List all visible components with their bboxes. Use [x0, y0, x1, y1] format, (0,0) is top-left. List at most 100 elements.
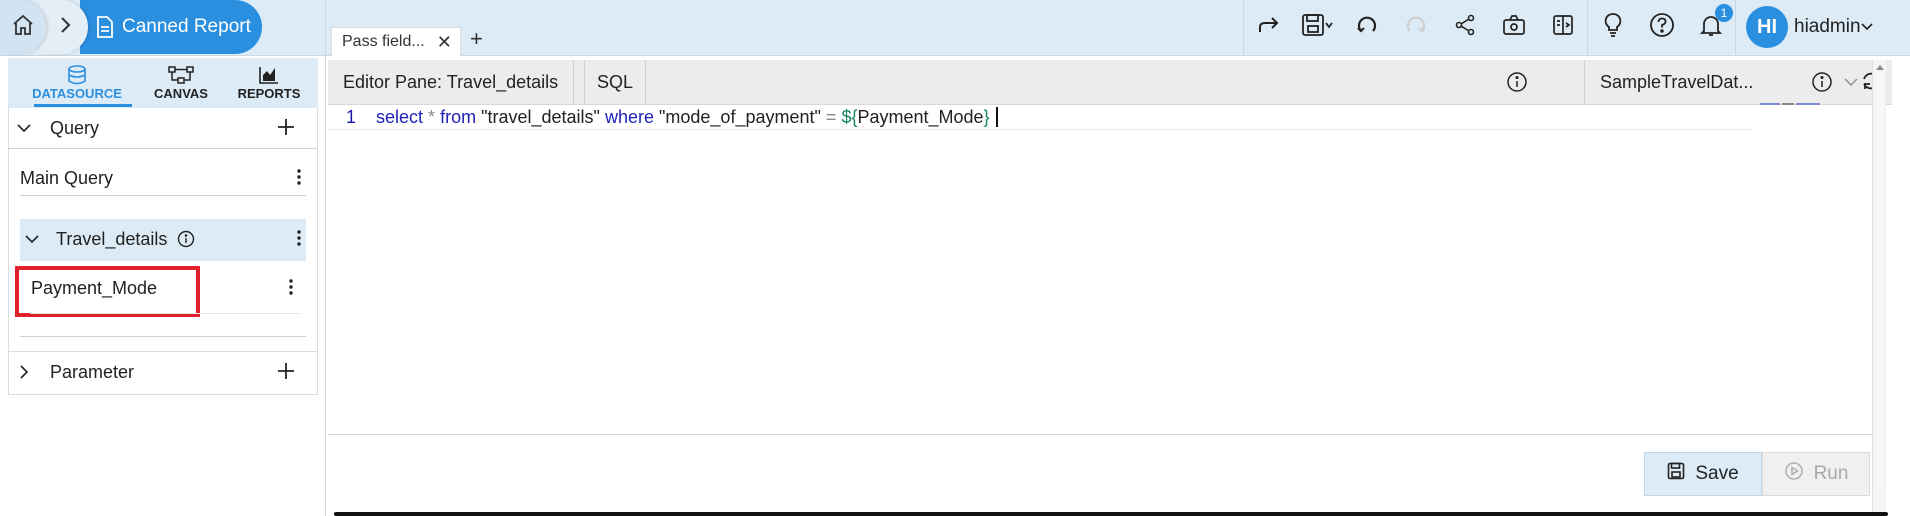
notifications-button[interactable]: 1: [1686, 0, 1735, 54]
main-query-label: Main Query: [20, 167, 114, 188]
sql-token-param-open: ${: [841, 106, 858, 127]
sql-token-column: "mode_of_payment": [659, 106, 821, 127]
save-label: Save: [1695, 463, 1739, 484]
redo-icon: [1404, 13, 1428, 42]
datasource-select[interactable]: SampleTravelDat...: [1584, 60, 1884, 104]
sql-token-equals: =: [825, 106, 837, 127]
tab-label: REPORTS: [237, 86, 301, 101]
text-cursor: [995, 107, 998, 127]
scroll-up-icon[interactable]: [1874, 62, 1886, 72]
tab-pass-field[interactable]: Pass field... ✕: [331, 27, 461, 56]
sql-mode-tab[interactable]: SQL: [584, 60, 646, 104]
chart-icon: [224, 64, 314, 86]
lightbulb-icon: [1602, 12, 1624, 43]
preview-button[interactable]: [1489, 0, 1538, 54]
code-line[interactable]: 1 select * from "travel_details" where "…: [328, 105, 1753, 130]
query-section-label: Query: [50, 117, 100, 138]
toolbar-divider: [1735, 0, 1736, 54]
sql-token-star: *: [428, 106, 436, 127]
info-icon[interactable]: [177, 230, 195, 248]
tab-label: DATASOURCE: [32, 86, 122, 101]
run-label: Run: [1813, 463, 1849, 484]
share-button[interactable]: [1440, 0, 1489, 54]
tips-button[interactable]: [1588, 0, 1637, 54]
info-icon[interactable]: [1811, 71, 1833, 98]
panel-divider[interactable]: [325, 0, 326, 516]
vertical-scrollbar[interactable]: [1872, 60, 1886, 516]
save-menu-button[interactable]: [1293, 0, 1342, 54]
editor-pane-title: Editor Pane: Travel_details: [328, 60, 575, 104]
tab-label: Pass field...: [342, 33, 425, 50]
panel-layout-icon: [1552, 14, 1574, 41]
line-number: 1: [345, 106, 356, 127]
code-minimap[interactable]: [1760, 102, 1840, 108]
sql-token-param-close: }: [983, 106, 990, 127]
tab-reports[interactable]: REPORTS: [224, 64, 314, 101]
more-options-icon[interactable]: [288, 277, 294, 302]
help-icon: [1649, 12, 1675, 43]
query-section-header[interactable]: Query: [12, 108, 306, 148]
bottom-drawer-handle[interactable]: [334, 512, 1888, 516]
top-bar: Canned Report Pass field... ✕ + 1 HI hia…: [0, 0, 1910, 56]
divider: [30, 313, 300, 314]
add-parameter-button[interactable]: [276, 361, 296, 386]
parameter-section-label: Parameter: [50, 361, 135, 382]
divider: [20, 195, 306, 196]
active-tab-indicator: [34, 104, 132, 107]
list-item-travel-details[interactable]: Travel_details: [20, 219, 306, 259]
breadcrumb-label: Canned Report: [122, 16, 251, 37]
home-icon: [11, 13, 35, 42]
sql-token-from: from: [440, 106, 477, 127]
tab-datasource[interactable]: DATASOURCE: [32, 64, 122, 101]
divider: [8, 148, 318, 149]
sql-token-select: select: [376, 106, 424, 127]
chevron-down-icon: [20, 234, 44, 244]
layout-toggle-button[interactable]: [1538, 0, 1587, 54]
scrollbar-thumb[interactable]: [1876, 72, 1884, 492]
chevron-right-icon: [60, 16, 72, 39]
run-button[interactable]: Run: [1762, 452, 1870, 496]
play-circle-icon: [1784, 461, 1804, 487]
toolbar: 1 HI hiadmin: [1243, 0, 1873, 54]
database-icon: [32, 64, 122, 86]
highlight-annotation-box: [15, 266, 200, 317]
parameter-section-header[interactable]: Parameter: [12, 352, 306, 392]
user-menu[interactable]: hiadmin: [1794, 16, 1873, 38]
editor-header: Editor Pane: Travel_details SQL SampleTr…: [328, 60, 1892, 105]
notification-badge: 1: [1715, 4, 1733, 22]
canvas-nodes-icon: [136, 64, 226, 86]
redo-button[interactable]: [1391, 0, 1440, 54]
tab-canvas[interactable]: CANVAS: [136, 64, 226, 101]
save-disk-icon: [1301, 13, 1335, 42]
camera-eye-icon: [1502, 14, 1526, 41]
chevron-down-icon: [1860, 16, 1873, 38]
tab-label: CANVAS: [154, 86, 208, 101]
sql-code-editor[interactable]: 1 select * from "travel_details" where "…: [328, 102, 1872, 435]
save-button[interactable]: Save: [1644, 452, 1762, 496]
list-item-main-query[interactable]: Main Query: [20, 158, 306, 198]
divider: [20, 336, 306, 337]
travel-details-label: Travel_details: [56, 228, 168, 249]
close-icon[interactable]: ✕: [437, 32, 452, 53]
sql-token-table: "travel_details": [481, 106, 600, 127]
forward-arrow-icon: [1258, 15, 1280, 40]
chevron-right-icon: [12, 365, 36, 379]
undo-button[interactable]: [1342, 0, 1391, 54]
share-forward-button[interactable]: [1244, 0, 1293, 54]
chevron-down-icon: [1843, 72, 1859, 93]
help-button[interactable]: [1637, 0, 1686, 54]
breadcrumb-canned-report[interactable]: Canned Report: [80, 0, 262, 54]
username-label: hiadmin: [1794, 16, 1861, 37]
sql-token-where: where: [604, 106, 654, 127]
undo-icon: [1355, 13, 1379, 42]
sql-token-param: Payment_Mode: [857, 106, 984, 127]
more-options-icon[interactable]: [296, 167, 302, 192]
add-tab-button[interactable]: +: [470, 26, 483, 52]
add-query-button[interactable]: [276, 117, 296, 142]
document-icon: [96, 16, 114, 38]
datasource-value: SampleTravelDat...: [1600, 71, 1754, 92]
avatar[interactable]: HI: [1746, 6, 1788, 48]
chevron-down-icon: [12, 123, 36, 133]
info-icon[interactable]: [1506, 71, 1528, 98]
more-options-icon[interactable]: [296, 228, 302, 253]
